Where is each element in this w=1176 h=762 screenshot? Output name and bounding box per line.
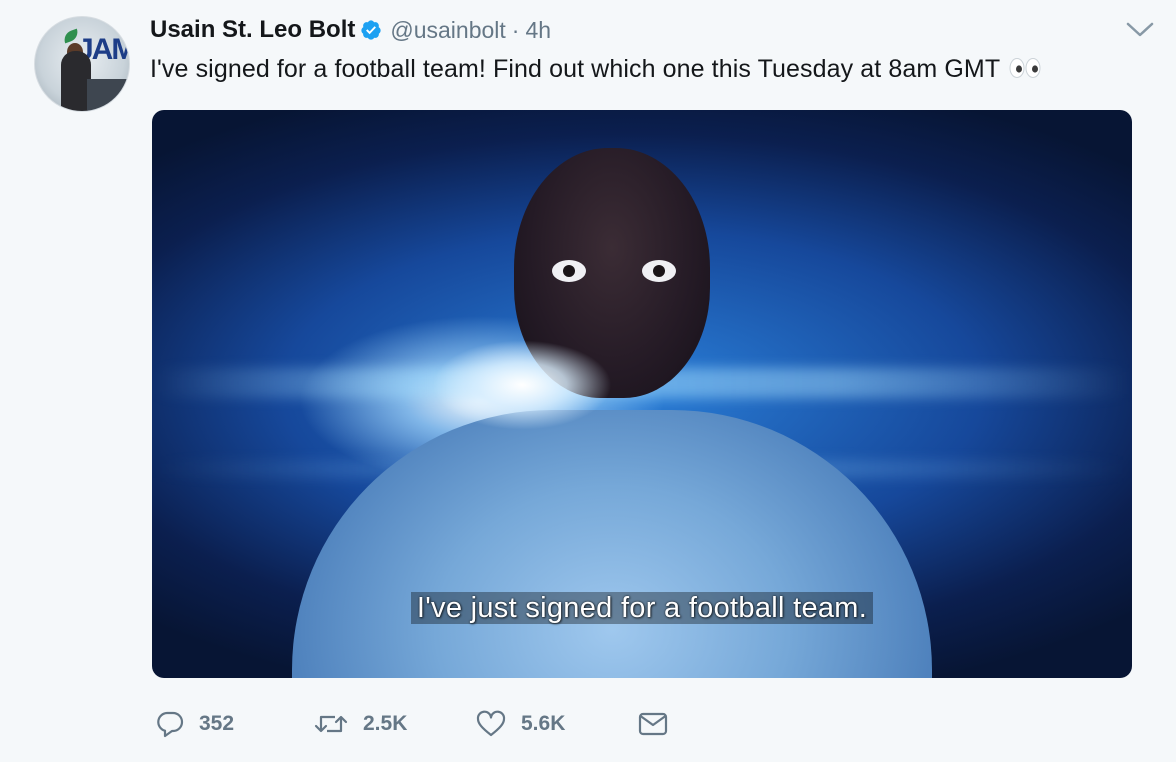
verified-badge-icon [360,19,382,41]
video-eye [642,260,676,282]
like-button[interactable]: 5.6K [475,708,565,740]
like-count: 5.6K [521,712,566,735]
video-hoodie [292,410,932,678]
tweet-header: Usain St. Leo Bolt @usainbolt · 4h [150,14,551,46]
lens-glow [432,340,612,430]
author-handle[interactable]: @usainbolt [390,17,505,44]
author-name[interactable]: Usain St. Leo Bolt [150,16,355,44]
chevron-down-icon[interactable] [1125,16,1155,42]
tweet-text-content: I've signed for a football team! Find ou… [150,55,1001,83]
avatar-podium [87,79,127,111]
avatar[interactable]: JAM [34,16,130,112]
retweet-button[interactable]: 2.5K [313,708,407,740]
direct-message-button[interactable] [637,708,669,740]
envelope-icon [637,709,669,739]
tweet-actions: 352 2.5K 5.6K [155,708,675,740]
heart-icon [475,709,507,739]
reply-count: 352 [199,712,235,735]
retweet-count: 2.5K [363,712,408,735]
tweet: JAM Usain St. Leo Bolt @usainbolt · 4h I… [0,0,1176,762]
retweet-icon [313,709,349,739]
separator-dot: · [511,16,520,43]
tweet-video[interactable]: I've just signed for a football team. [152,110,1132,678]
tweet-text: I've signed for a football team! Find ou… [150,55,1042,84]
video-subtitle-text: I've just signed for a football team. [410,592,874,624]
video-subtitle: I've just signed for a football team. [152,592,1132,625]
eyes-emoji-icon [1008,57,1042,79]
reply-button[interactable]: 352 [155,708,234,740]
tweet-timestamp[interactable]: 4h [525,17,551,44]
video-eye [552,260,586,282]
reply-icon [155,709,185,739]
